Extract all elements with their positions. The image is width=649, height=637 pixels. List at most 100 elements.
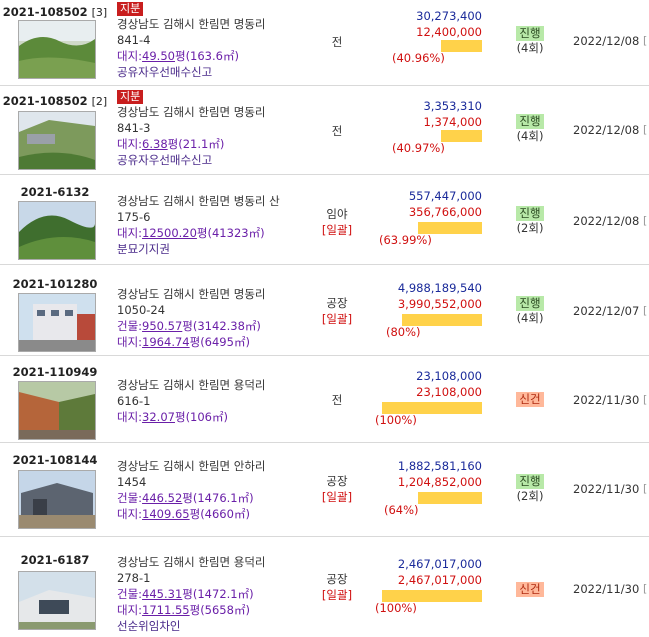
- property-photo[interactable]: [18, 470, 96, 529]
- area2-label: 대지:: [117, 335, 143, 349]
- status-badge: 진행: [516, 206, 544, 221]
- appraisal-price: 1,882,581,160: [397, 459, 482, 473]
- area-pyeong-link[interactable]: 446.52: [142, 491, 182, 505]
- case-sub: [2]: [91, 95, 108, 108]
- address-block: 경상남도 김해시 한림면 병동리 산 175-6 대지:12500.20평(41…: [117, 193, 302, 257]
- status-block: 신건: [505, 582, 555, 597]
- sale-date: 2022/11/30: [573, 482, 640, 496]
- sale-date: 2022/11/30: [573, 393, 640, 407]
- edge-bracket: [: [643, 214, 648, 227]
- ratio-percent: (63.99%): [379, 233, 432, 247]
- land-area: 대지:1711.55평(5658㎡): [117, 602, 302, 618]
- minimum-price: 356,766,000: [408, 205, 482, 219]
- sale-date: 2022/12/08: [573, 34, 640, 48]
- area-label: 대지:: [117, 410, 143, 424]
- area2-label: 대지:: [117, 603, 143, 617]
- case-number[interactable]: 2021-110949: [0, 365, 110, 379]
- minimum-price: 1,374,000: [423, 115, 482, 129]
- area-label: 건물:: [117, 319, 143, 333]
- area-pyeong-link[interactable]: 49.50: [142, 49, 175, 63]
- special-note: 공유자우선매수신고: [117, 65, 213, 79]
- price-block: 557,447,000 356,766,000 (63.99%): [342, 188, 482, 252]
- address-line2: 1454: [117, 475, 147, 489]
- status-block: 진행 (4회): [505, 26, 555, 56]
- address-line1: 경상남도 김해시 한림면 용덕리: [117, 555, 266, 569]
- building-area: 건물:950.57평(3142.38㎡): [117, 318, 302, 334]
- area-pyeong-link[interactable]: 6.38: [142, 137, 168, 151]
- round-count: (4회): [516, 41, 544, 55]
- area2-rest: 평(4660㎡): [189, 507, 250, 521]
- property-photo[interactable]: [18, 293, 96, 352]
- photo-plant-image: [19, 572, 95, 629]
- status-block: 진행 (4회): [505, 114, 555, 144]
- area-label: 대지:: [117, 137, 143, 151]
- edge-bracket: [: [643, 304, 648, 317]
- area-label: 대지:: [117, 49, 143, 63]
- appraisal-price: 4,988,189,540: [397, 281, 482, 295]
- address-block: 경상남도 김해시 한림면 명동리 1050-24 건물:950.57평(3142…: [117, 286, 302, 350]
- property-photo[interactable]: [18, 381, 96, 440]
- case-number-text: 2021-108144: [12, 453, 98, 467]
- case-number-text: 2021-108502: [2, 94, 88, 108]
- photo-forest-image: [19, 202, 95, 259]
- case-number[interactable]: 2021-6132: [0, 185, 110, 199]
- land-area: 대지:1409.65평(4660㎡): [117, 506, 302, 522]
- address-line1: 경상남도 김해시 한림면 안하리: [117, 459, 266, 473]
- address-line2: 175-6: [117, 210, 151, 224]
- ratio-percent: (64%): [384, 503, 419, 517]
- special-note: 공유자우선매수신고: [117, 153, 213, 167]
- photo-warehouse-image: [19, 471, 95, 528]
- table-row[interactable]: 2021-108144 경상남도 김해시 한림면 안하리 1454 건물:446…: [0, 443, 649, 537]
- special-note: 분묘기지권: [117, 242, 170, 256]
- ratio-percent: (40.96%): [392, 51, 445, 65]
- table-row[interactable]: 2021-6187 경상남도 김해시 한림면 용덕리 278-1 건물:445.…: [0, 537, 649, 637]
- case-number[interactable]: 2021-108144: [0, 453, 110, 467]
- edge-bracket: [: [643, 582, 648, 595]
- area2-pyeong-link[interactable]: 1711.55: [142, 603, 190, 617]
- land-area: 대지:32.07평(106㎡): [117, 409, 302, 425]
- property-photo[interactable]: [18, 111, 96, 170]
- appraisal-price: 3,353,310: [423, 99, 482, 113]
- building-area: 건물:445.31평(1472.1㎡): [117, 586, 302, 602]
- address-line2: 841-3: [117, 121, 151, 135]
- price-block: 1,882,581,160 1,204,852,000 (64%): [342, 458, 482, 522]
- case-number[interactable]: 2021-108502 [3]: [0, 5, 110, 19]
- table-row[interactable]: 2021-6132 경상남도 김해시 한림면 병동리 산 175-6 대지:12…: [0, 175, 649, 265]
- area-label: 건물:: [117, 491, 143, 505]
- edge-bracket: [: [643, 123, 648, 136]
- status-block: 진행 (2회): [505, 474, 555, 504]
- minimum-price: 3,990,552,000: [397, 297, 482, 311]
- price-block: 30,273,400 12,400,000 (40.96%): [342, 8, 482, 72]
- property-photo[interactable]: [18, 201, 96, 260]
- photo-wall-image: [19, 382, 95, 439]
- address-line2: 278-1: [117, 571, 151, 585]
- minimum-price: 12,400,000: [416, 25, 482, 39]
- area-pyeong-link[interactable]: 950.57: [142, 319, 182, 333]
- area-pyeong-link[interactable]: 12500.20: [142, 226, 197, 240]
- property-photo[interactable]: [18, 20, 96, 79]
- case-number[interactable]: 2021-101280: [0, 277, 110, 291]
- area-rest: 평(106㎡): [174, 410, 228, 424]
- share-badge: 지분: [117, 2, 144, 16]
- building-area: 건물:446.52평(1476.1㎡): [117, 490, 302, 506]
- table-row[interactable]: 2021-108502 [3] 지분 경상남도 김해시 한림면 명동리 841-…: [0, 0, 649, 86]
- area2-pyeong-link[interactable]: 1964.74: [142, 335, 190, 349]
- price-block: 23,108,000 23,108,000 (100%): [342, 368, 482, 432]
- ratio-bar: [441, 40, 482, 52]
- table-row[interactable]: 2021-101280 경상남도 김해시 한림면 명동리 1050-24 건물:…: [0, 265, 649, 356]
- table-row[interactable]: 2021-110949 경상남도 김해시 한림면 용덕리 616-1 대지:32…: [0, 356, 649, 443]
- table-row[interactable]: 2021-108502 [2] 지분 경상남도 김해시 한림면 명동리 841-…: [0, 86, 649, 175]
- property-photo[interactable]: [18, 571, 96, 630]
- area-rest: 평(163.6㎡): [174, 49, 239, 63]
- sale-date: 2022/12/08: [573, 123, 640, 137]
- address-block: 경상남도 김해시 한림면 안하리 1454 건물:446.52평(1476.1㎡…: [117, 458, 302, 522]
- area2-pyeong-link[interactable]: 1409.65: [142, 507, 190, 521]
- area-pyeong-link[interactable]: 445.31: [142, 587, 182, 601]
- case-number-text: 2021-6132: [20, 185, 90, 199]
- area-pyeong-link[interactable]: 32.07: [142, 410, 175, 424]
- status-badge: 신건: [516, 582, 544, 597]
- area2-rest: 평(5658㎡): [189, 603, 250, 617]
- photo-factory-image: [19, 294, 95, 351]
- case-number[interactable]: 2021-108502 [2]: [0, 94, 110, 108]
- case-number[interactable]: 2021-6187: [0, 553, 110, 567]
